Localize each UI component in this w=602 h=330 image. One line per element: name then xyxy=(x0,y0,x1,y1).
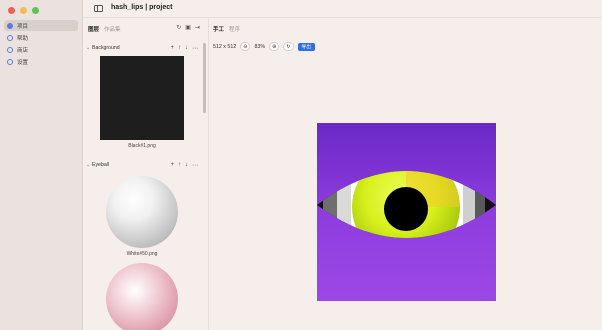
export-button[interactable]: 导出 xyxy=(297,42,316,51)
layer-thumbnail xyxy=(100,56,184,140)
layer-group-actions: + ↑ ↓ ⋯ xyxy=(170,162,198,169)
layer-thumbnail-label: White#50.png xyxy=(126,251,158,257)
move-down-button[interactable]: ↓ xyxy=(185,45,188,52)
zoom-out-button[interactable]: ⊖ xyxy=(240,42,251,51)
sidebar-item-store[interactable]: 商店 xyxy=(4,44,78,55)
artwork-canvas[interactable] xyxy=(317,123,496,301)
more-options-button[interactable]: ⋯ xyxy=(192,45,198,52)
folder-icon xyxy=(7,22,13,29)
sidebar-item-settings[interactable]: 设置 xyxy=(4,56,78,67)
tab-collection[interactable]: 作品集 xyxy=(104,25,121,33)
sidebar-item-projects[interactable]: 项目 xyxy=(4,20,78,31)
sidebar-item-label: 项目 xyxy=(17,23,29,30)
tab-program[interactable]: 程序 xyxy=(229,25,240,33)
more-options-button[interactable]: ⋯ xyxy=(192,162,198,169)
sidebar-nav: 项目 帮助 商店 设置 xyxy=(4,20,78,68)
zoom-level: 83% xyxy=(254,43,266,50)
sidebar-item-label: 商店 xyxy=(17,47,29,54)
layers-tabs: 图层 作品集 xyxy=(88,25,121,33)
reset-zoom-button[interactable]: ↻ xyxy=(283,42,294,51)
move-up-button[interactable]: ↑ xyxy=(178,45,181,52)
tab-manual[interactable]: 手工 xyxy=(213,25,224,33)
canvas-size-label: 512 x 512 xyxy=(213,43,237,50)
sidebar-item-label: 帮助 xyxy=(17,35,29,42)
title-bar: hash_lips | project xyxy=(83,0,602,18)
layer-thumbnail xyxy=(106,263,178,330)
add-image-icon[interactable]: ▣ xyxy=(185,24,191,31)
store-icon xyxy=(7,46,13,53)
layers-scrollbar[interactable] xyxy=(203,43,206,113)
add-layer-button[interactable]: + xyxy=(170,45,174,52)
add-layer-button[interactable]: + xyxy=(170,162,174,169)
collapse-panel-icon[interactable]: ⇥ xyxy=(195,24,200,31)
main-area: 手工 程序 512 x 512 ⊖ 83% ⊕ ↻ 导出 xyxy=(210,19,602,330)
help-icon xyxy=(7,34,13,41)
app-window: 项目 帮助 商店 设置 hash_lips | project 图层 作品集 ↻… xyxy=(0,0,602,330)
window-title: hash_lips | project xyxy=(111,4,173,11)
layer-group-header[interactable]: ⌄ Eyeball + ↑ ↓ ⋯ xyxy=(86,160,198,170)
layer-group-background: ⌄ Background + ↑ ↓ ⋯ Black#1.png xyxy=(86,43,198,150)
sidebar-item-label: 设置 xyxy=(17,59,29,66)
gear-icon xyxy=(7,58,13,65)
layer-thumbnail xyxy=(106,176,178,248)
canvas-toolbar: 512 x 512 ⊖ 83% ⊕ ↻ 导出 xyxy=(213,42,316,51)
window-controls xyxy=(8,7,39,14)
layer-group-header[interactable]: ⌄ Background + ↑ ↓ ⋯ xyxy=(86,43,198,53)
mode-tabs: 手工 程序 xyxy=(213,25,240,33)
layers-panel: 图层 作品集 ↻ ▣ ⇥ ⌄ Background + ↑ ↓ ⋯ Black#… xyxy=(84,19,209,330)
layer-group-name: Background xyxy=(92,45,120,51)
zoom-window-button[interactable] xyxy=(32,7,39,14)
layers-panel-actions: ↻ ▣ ⇥ xyxy=(176,24,200,31)
close-window-button[interactable] xyxy=(8,7,15,14)
sidebar-toggle-icon[interactable] xyxy=(94,5,103,12)
layer-group-eyeball: ⌄ Eyeball + ↑ ↓ ⋯ White#50.png xyxy=(86,160,198,330)
sidebar-item-help[interactable]: 帮助 xyxy=(4,32,78,43)
layer-group-actions: + ↑ ↓ ⋯ xyxy=(170,45,198,52)
move-down-button[interactable]: ↓ xyxy=(185,162,188,169)
layer-thumbnail-item[interactable]: White#50.png xyxy=(86,170,198,257)
tab-layers[interactable]: 图层 xyxy=(88,25,99,33)
layer-thumbnail-label: Black#1.png xyxy=(128,143,156,149)
refresh-icon[interactable]: ↻ xyxy=(176,24,181,31)
zoom-in-button[interactable]: ⊕ xyxy=(269,42,280,51)
sidebar: 项目 帮助 商店 设置 xyxy=(0,0,83,330)
layer-thumbnail-item[interactable]: Black#1.png xyxy=(86,53,198,149)
move-up-button[interactable]: ↑ xyxy=(178,162,181,169)
minimize-window-button[interactable] xyxy=(20,7,27,14)
layer-group-name: Eyeball xyxy=(92,162,110,168)
layer-thumbnail-item[interactable] xyxy=(86,257,198,330)
